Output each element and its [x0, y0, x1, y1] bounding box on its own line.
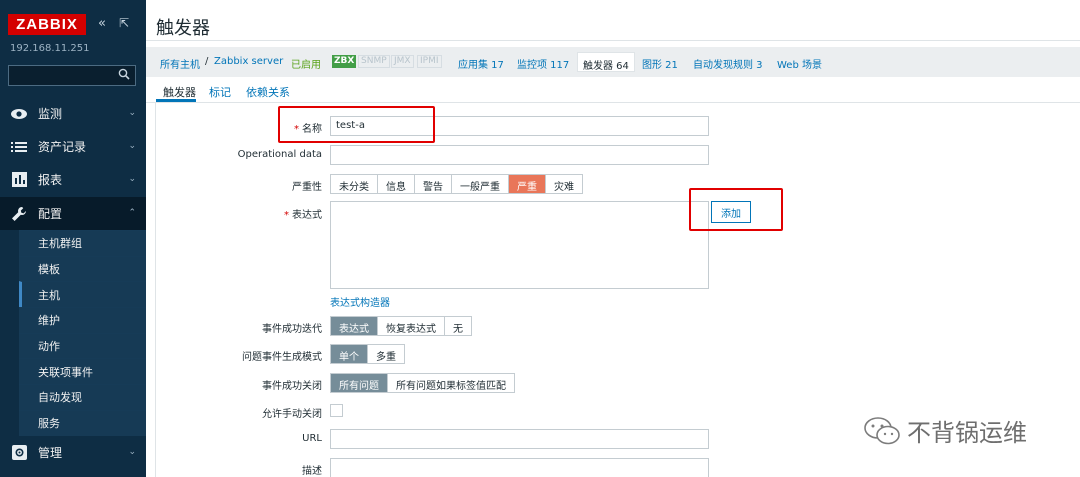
nav-web-scenarios[interactable]: Web 场景: [777, 56, 822, 71]
search-icon[interactable]: [118, 68, 130, 80]
breadcrumb-all-hosts[interactable]: 所有主机: [160, 56, 200, 71]
ok-event-closes-selector: 所有问题 所有问题如果标签值匹配: [330, 373, 515, 393]
nav-triggers[interactable]: 触发器 64: [577, 52, 635, 72]
gear-icon: [10, 444, 28, 462]
wrench-icon: [10, 205, 28, 223]
menu-label: 监测: [38, 107, 63, 121]
availability-jmx-badge: JMX: [391, 55, 414, 68]
active-tab-indicator: [156, 99, 196, 102]
problem-mode-single[interactable]: 单个: [331, 345, 368, 363]
severity-not-classified[interactable]: 未分类: [331, 175, 378, 193]
expression-label: * 表达式: [284, 210, 322, 221]
allow-manual-close-checkbox[interactable]: [330, 404, 343, 417]
expression-constructor-link[interactable]: 表达式构造器: [330, 294, 390, 309]
tab-dependencies[interactable]: 依赖关系: [246, 84, 290, 100]
submenu-event-correlation[interactable]: 关联项事件: [19, 358, 146, 385]
url-label: URL: [302, 433, 322, 444]
collapse-sidebar-icon[interactable]: «: [98, 16, 106, 31]
submenu-gutter: [0, 230, 19, 436]
url-input[interactable]: [330, 429, 709, 449]
ok-close-tag-match[interactable]: 所有问题如果标签值匹配: [388, 374, 514, 392]
chevron-down-icon: ⌄: [128, 141, 136, 151]
breadcrumb-separator: /: [205, 56, 209, 67]
eye-icon: [10, 105, 28, 123]
description-textarea[interactable]: [330, 458, 709, 477]
problem-mode-multiple[interactable]: 多重: [368, 345, 404, 363]
ok-event-generation-label: 事件成功迭代: [262, 324, 322, 335]
chart-icon: [10, 171, 28, 189]
ok-event-recovery-expression[interactable]: 恢复表达式: [378, 317, 445, 335]
kiosk-mode-icon[interactable]: ⇱: [119, 16, 129, 30]
host-status-enabled[interactable]: 已启用: [291, 56, 321, 71]
menu-inventory[interactable]: 资产记录 ⌄: [0, 130, 146, 163]
menu-configuration[interactable]: 配置 ⌃: [0, 197, 146, 230]
submenu-templates[interactable]: 模板: [19, 255, 146, 282]
form-tabs: 触发器 标记 依赖关系: [146, 79, 1080, 103]
chevron-down-icon: ⌄: [128, 174, 136, 184]
ok-close-all-problems[interactable]: 所有问题: [331, 374, 388, 392]
tab-tags[interactable]: 标记: [209, 84, 231, 100]
severity-disaster[interactable]: 灾难: [546, 175, 582, 193]
availability-zbx-badge: ZBX: [332, 55, 357, 68]
menu-reports[interactable]: 报表 ⌄: [0, 163, 146, 196]
submenu-maintenance[interactable]: 维护: [19, 307, 146, 333]
configuration-submenu: 主机群组 模板 主机 维护 动作 关联项事件 自动发现 服务: [19, 230, 146, 436]
submenu-actions[interactable]: 动作: [19, 332, 146, 359]
severity-selector: 未分类 信息 警告 一般严重 严重 灾难: [330, 174, 583, 194]
nav-discovery-rules[interactable]: 自动发现规则 3: [693, 56, 763, 71]
nav-applications[interactable]: 应用集 17: [458, 56, 504, 71]
availability-snmp-badge: SNMP: [358, 55, 390, 68]
sidebar: ZABBIX « ⇱ 192.168.11.251 监测 ⌄ 资产记录 ⌄ 报表: [0, 0, 146, 477]
list-icon: [10, 138, 28, 156]
submenu-services[interactable]: 服务: [19, 409, 146, 436]
severity-average[interactable]: 一般严重: [452, 175, 509, 193]
wechat-icon: [864, 416, 900, 444]
chevron-down-icon: ⌄: [128, 108, 136, 118]
operational-data-label: Operational data: [237, 149, 322, 160]
sidebar-search-input[interactable]: [8, 65, 136, 86]
ok-event-none[interactable]: 无: [445, 317, 471, 335]
highlight-add-button: [689, 188, 783, 231]
chevron-down-icon: ⌄: [128, 447, 136, 457]
submenu-discovery[interactable]: 自动发现: [19, 384, 146, 410]
description-label: 描述: [302, 466, 322, 477]
menu-label: 资产记录: [38, 140, 87, 154]
severity-information[interactable]: 信息: [378, 175, 415, 193]
expression-textarea[interactable]: [330, 201, 709, 289]
menu-monitoring[interactable]: 监测 ⌄: [0, 97, 146, 130]
watermark-text: 不背锅运维: [907, 419, 1027, 447]
ok-event-generation-selector: 表达式 恢复表达式 无: [330, 316, 472, 336]
severity-warning[interactable]: 警告: [415, 175, 452, 193]
nav-graphs[interactable]: 图形 21: [642, 56, 678, 71]
severity-high[interactable]: 严重: [509, 175, 546, 193]
menu-label: 配置: [38, 207, 63, 221]
menu-administration[interactable]: 管理 ⌄: [0, 436, 146, 469]
breadcrumb-host[interactable]: Zabbix server: [214, 56, 283, 67]
watermark: 不背锅运维: [863, 413, 1027, 448]
operational-data-input[interactable]: [330, 145, 709, 165]
tab-trigger[interactable]: 触发器: [163, 84, 196, 100]
host-navigation: 所有主机 / Zabbix server 已启用 ZBX SNMP JMX IP…: [146, 47, 1080, 77]
zabbix-logo[interactable]: ZABBIX: [8, 14, 86, 35]
chevron-up-icon: ⌃: [128, 208, 136, 218]
severity-label: 严重性: [292, 182, 322, 193]
allow-manual-close-label: 允许手动关闭: [262, 409, 322, 420]
submenu-hosts[interactable]: 主机: [19, 281, 146, 308]
availability-ipmi-badge: IPMI: [417, 55, 442, 68]
ok-event-closes-label: 事件成功关闭: [262, 381, 322, 392]
problem-mode-label: 问题事件生成模式: [242, 352, 322, 363]
submenu-host-groups[interactable]: 主机群组: [19, 230, 146, 256]
header-divider: [146, 40, 1080, 41]
server-ip: 192.168.11.251: [10, 43, 90, 54]
problem-mode-selector: 单个 多重: [330, 344, 405, 364]
menu-label: 报表: [38, 173, 63, 187]
highlight-name-field: [278, 106, 435, 143]
app-window: ZABBIX « ⇱ 192.168.11.251 监测 ⌄ 资产记录 ⌄ 报表: [0, 0, 1080, 477]
ok-event-expression[interactable]: 表达式: [331, 317, 378, 335]
menu-label: 管理: [38, 446, 63, 460]
nav-items[interactable]: 监控项 117: [517, 56, 569, 71]
page-title: 触发器: [156, 18, 210, 39]
